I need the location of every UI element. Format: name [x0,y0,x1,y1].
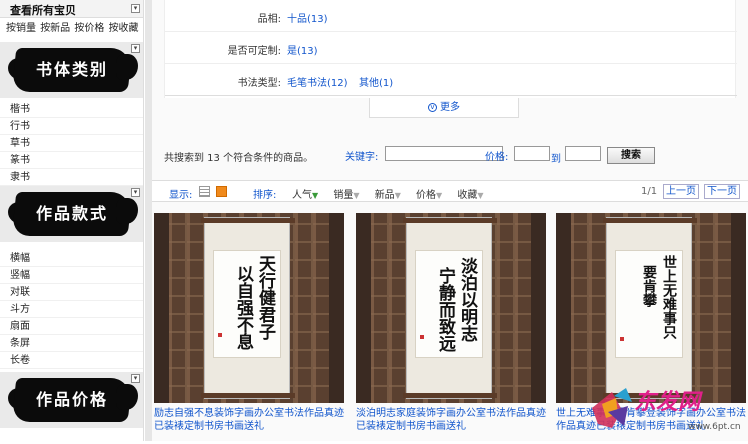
arrow-down-icon: ▼ [436,191,443,200]
script-type-list: 楷书 行书 草书 篆书 隶书 [0,101,143,186]
sidebar-item-shanmian[interactable]: 扇面 [0,318,143,335]
filter-value-link[interactable]: 是(13) [287,42,318,57]
calligraphy-text: 世上无难事只 [661,255,677,339]
seal-icon [420,335,424,339]
sort-newest[interactable]: 新品▼ [375,190,401,201]
filter-row-calligraphy-type: 书法类型: 毛笔书法(12) 其他(1) [165,64,737,96]
list-view-icon[interactable] [199,186,210,197]
grid-view-icon[interactable] [216,186,227,197]
price-to-label: 到 [551,154,561,165]
sidebar-item-duilian[interactable]: 对联 [0,284,143,301]
sidebar: 查看所有宝贝 ▾ 按销量 按新品 按价格 按收藏 书体类别 ▾ 楷书 行书 草书… [0,0,144,441]
calligraphy-text: 以自强不息 [233,265,253,350]
filter-label: 品相: [257,14,281,25]
divider [145,0,152,441]
prev-page-button[interactable]: 上一页 [663,184,699,199]
product-title-link[interactable]: 淡泊明志家庭装饰字画办公室书法作品真迹已装裱定制书房书画送礼 [356,407,546,433]
search-button[interactable]: 搜索 [607,147,655,164]
calligraphy-text: 宁静而致远 [435,267,455,352]
work-style-list: 横幅 竖幅 对联 斗方 扇面 条屏 长卷 [0,250,143,369]
next-page-button[interactable]: 下一页 [704,184,740,199]
product-image[interactable]: 淡泊以明志 宁静而致远 [356,213,546,403]
search-bar: 共搜索到 13 个符合条件的商品。 关键字: 价格: 到 搜索 [152,140,748,170]
filter-row-condition: 品相: 十品(13) [165,0,737,32]
collapse-icon[interactable]: ▾ [131,374,140,383]
keyword-label: 关键字: [345,152,379,163]
sort-popularity[interactable]: 人气▼ [292,190,318,201]
collapse-icon[interactable]: ▾ [131,188,140,197]
section-title: 书体类别 [35,60,108,79]
arrow-down-icon: ▼ [312,191,319,200]
sidebar-item-kaishu[interactable]: 楷书 [0,101,143,118]
calligraphy-text: 天行健君子 [255,255,275,340]
sort-by-new-link[interactable]: 按新品 [40,23,70,34]
price-min-input[interactable] [514,146,550,161]
display-label: 显示: [169,190,193,201]
seal-icon [218,333,222,337]
arrow-down-icon: ▼ [353,191,360,200]
sidebar-item-shufu[interactable]: 竖幅 [0,267,143,284]
filter-value-link[interactable]: 十品(13) [287,10,328,25]
calligraphy-text: 淡泊以明志 [457,257,477,342]
section-title: 作品价格 [35,390,108,409]
product-card[interactable]: 淡泊以明志 宁静而致远 淡泊明志家庭装饰字画办公室书法作品真迹已装裱定制书房书画… [356,213,546,441]
arrow-down-icon: ▼ [477,191,484,200]
page-indicator: 1/1 [641,186,658,197]
sidebar-item-caoshu[interactable]: 草书 [0,135,143,152]
calligraphy-text: 要肯攀 [641,265,657,307]
sidebar-item-doufang[interactable]: 斗方 [0,301,143,318]
section-banner-script-type: 书体类别 ▾ [0,42,143,98]
seal-icon [620,337,624,341]
sidebar-item-zhuanshu[interactable]: 篆书 [0,152,143,169]
sort-by-price-link[interactable]: 按价格 [74,23,104,34]
sort-sales[interactable]: 销量▼ [333,190,359,201]
sort-by-favorites-link[interactable]: 按收藏 [109,23,139,34]
sidebar-item-lishu[interactable]: 隶书 [0,169,143,186]
arrow-down-icon: ▼ [394,191,401,200]
sidebar-item-changjuan[interactable]: 长卷 [0,352,143,369]
chevron-down-icon: v [428,102,437,112]
sidebar-sort-links: 按销量 按新品 按价格 按收藏 [0,19,143,35]
filter-row-customizable: 是否可定制: 是(13) [165,32,737,64]
sort-options: 人气▼ 销量▼ 新品▼ 价格▼ 收藏▼ [292,186,496,201]
product-card[interactable]: 天行健君子 以自强不息 励志自强不息装饰字画办公室书法作品真迹已装裱定制书房书画… [154,213,344,441]
watermark-url: www.6pt.cn [688,422,741,432]
sort-price[interactable]: 价格▼ [416,190,442,201]
product-image[interactable]: 世上无难事只 要肯攀 [556,213,746,403]
more-filters-button[interactable]: v 更多 [369,98,519,118]
section-title: 作品款式 [35,204,108,223]
product-title-link[interactable]: 励志自强不息装饰字画办公室书法作品真迹已装裱定制书房书画送礼 [154,407,344,433]
collapse-icon[interactable]: ▾ [131,4,140,13]
sidebar-item-tiaoping[interactable]: 条屏 [0,335,143,352]
main-content: 品相: 十品(13) 是否可定制: 是(13) 书法类型: 毛笔书法(12) 其… [152,0,748,441]
product-image[interactable]: 天行健君子 以自强不息 [154,213,344,403]
filter-label: 书法类型: [237,78,281,89]
section-banner-work-style: 作品款式 ▾ [0,186,143,242]
sidebar-item-xingshu[interactable]: 行书 [0,118,143,135]
sort-favorites[interactable]: 收藏▼ [457,190,483,201]
sort-label: 排序: [253,190,277,201]
filter-value-link[interactable]: 其他(1) [359,74,393,89]
watermark-logo: 东发网 www.6pt.cn [588,378,748,441]
sort-toolbar: 显示: 排序: 人气▼ 销量▼ 新品▼ 价格▼ 收藏▼ 1/1 上一页 下一页 [152,180,748,202]
sort-by-sales-link[interactable]: 按销量 [6,23,36,34]
sidebar-item-hengfu[interactable]: 横幅 [0,250,143,267]
collapse-icon[interactable]: ▾ [131,44,140,53]
price-label: 价格: [485,152,509,163]
all-items-link[interactable]: 查看所有宝贝 [10,2,76,18]
more-label: 更多 [440,102,460,113]
watermark-brand: 东发网 [634,389,701,415]
filter-value-link[interactable]: 毛笔书法(12) [287,74,348,89]
result-count: 共搜索到 13 个符合条件的商品。 [164,153,314,164]
attribute-filters: 品相: 十品(13) 是否可定制: 是(13) 书法类型: 毛笔书法(12) 其… [164,0,737,98]
filter-label: 是否可定制: [227,46,281,57]
section-banner-price: 作品价格 ▾ [0,372,143,428]
price-max-input[interactable] [565,146,601,161]
all-items-header[interactable]: 查看所有宝贝 ▾ [0,0,143,18]
